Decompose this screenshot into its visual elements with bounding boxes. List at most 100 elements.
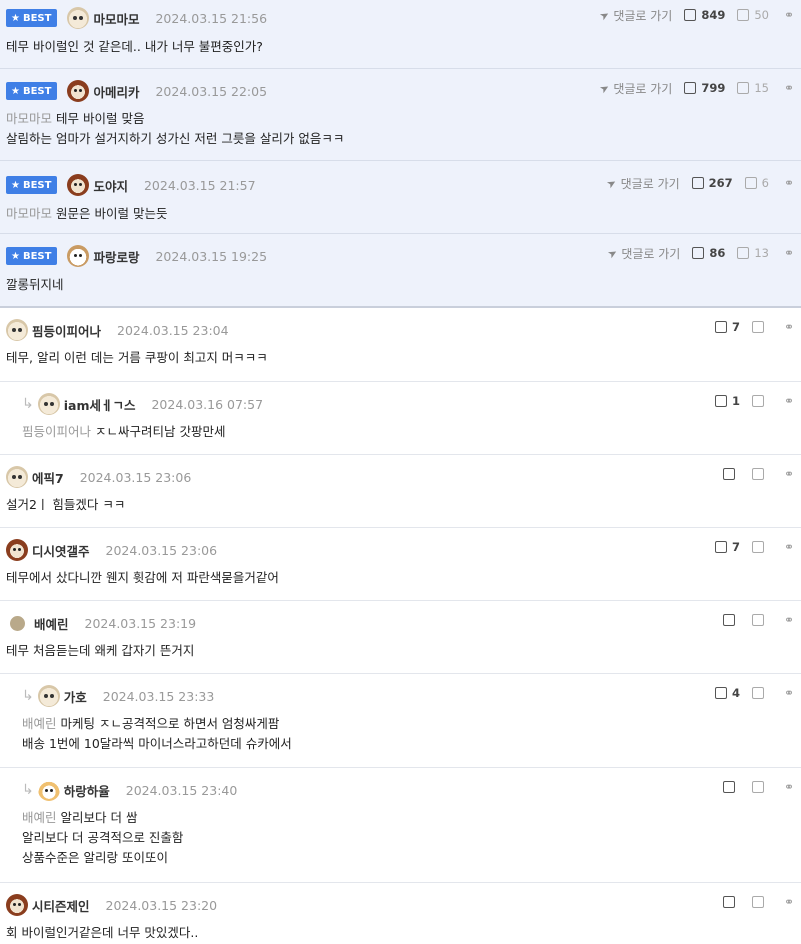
downvote-button[interactable] bbox=[752, 896, 769, 908]
upvote-button[interactable] bbox=[723, 468, 740, 480]
comment-date: 2024.03.15 21:57 bbox=[143, 177, 256, 193]
thumbs-up-icon bbox=[691, 177, 704, 189]
downvote-button[interactable] bbox=[752, 321, 769, 333]
comment-body: 마모마모 테무 바이럴 맞음 살림하는 엄마가 설거지하기 성가신 저런 그릇을 … bbox=[6, 111, 345, 146]
comment: 시티즌제인 2024.03.15 23:20 ⚭ 회 바이럴인거같은데 너무 맛… bbox=[0, 883, 801, 944]
upvote-button[interactable] bbox=[723, 781, 740, 793]
comment: 배예린 2024.03.15 23:19 ⚭ 테무 처음듣는데 왜케 갑자기 뜬… bbox=[0, 601, 801, 674]
thumbs-up-icon bbox=[692, 247, 705, 259]
avatar[interactable] bbox=[67, 245, 90, 267]
link-icon[interactable]: ⚭ bbox=[783, 541, 795, 553]
comment-body: 배예린 알리보다 더 쌈 알리보다 더 공격적으로 진출함 상품수준은 알리랑 또… bbox=[22, 810, 184, 865]
reply-comment: ↳ 하랑하율 2024.03.15 23:40 ⚭ 배예린 알리보다 더 쌈 알리… bbox=[0, 768, 801, 883]
link-icon[interactable]: ⚭ bbox=[783, 177, 795, 189]
link-icon[interactable]: ⚭ bbox=[783, 781, 795, 793]
link-icon[interactable]: ⚭ bbox=[783, 395, 795, 407]
avatar[interactable] bbox=[6, 319, 28, 341]
avatar[interactable] bbox=[6, 466, 28, 488]
link-icon[interactable]: ⚭ bbox=[783, 321, 795, 333]
navigate-arrow-icon: ➤ bbox=[605, 245, 620, 261]
best-badge: ★ BEST bbox=[6, 176, 58, 194]
best-comment: ★ BEST 마모마모 2024.03.15 21:56 ➤ 댓글로 가기 849 … bbox=[0, 0, 801, 69]
comment-date: 2024.03.15 23:06 bbox=[79, 469, 192, 485]
avatar[interactable] bbox=[10, 615, 25, 631]
downvote-button[interactable]: 15 bbox=[737, 81, 769, 95]
mention[interactable]: 마모마모 bbox=[6, 111, 52, 126]
avatar[interactable] bbox=[6, 539, 28, 561]
avatar[interactable] bbox=[67, 174, 90, 196]
link-icon[interactable]: ⚭ bbox=[783, 896, 795, 908]
comment-nickname[interactable]: 도야지 bbox=[93, 176, 128, 195]
link-icon[interactable]: ⚭ bbox=[783, 687, 795, 699]
avatar[interactable] bbox=[67, 7, 90, 29]
downvote-button[interactable] bbox=[752, 614, 769, 626]
upvote-button[interactable]: 1 bbox=[714, 394, 740, 408]
thumbs-up-icon bbox=[714, 541, 727, 553]
link-icon[interactable]: ⚭ bbox=[783, 247, 795, 259]
goto-comment-link[interactable]: ➤ 댓글로 가기 bbox=[597, 7, 672, 24]
thumbs-up-icon bbox=[684, 9, 697, 21]
comment-date: 2024.03.16 07:57 bbox=[151, 396, 264, 412]
mention[interactable]: 배예린 bbox=[22, 810, 57, 825]
comment-body: 테무 바이럴인 것 같은데.. 내가 너무 불편중인가? bbox=[6, 39, 263, 54]
comment-body: 테무, 알리 이런 데는 거름 쿠팡이 최고지 머ㅋㅋㅋ bbox=[6, 350, 268, 365]
downvote-button[interactable] bbox=[752, 687, 769, 699]
comment-body: 마모마모 원문은 바이럴 맞는듯 bbox=[6, 206, 168, 221]
link-icon[interactable]: ⚭ bbox=[783, 9, 795, 21]
downvote-button[interactable] bbox=[752, 468, 769, 480]
thumbs-down-icon bbox=[737, 247, 750, 259]
avatar[interactable] bbox=[67, 80, 90, 102]
upvote-button[interactable] bbox=[723, 614, 740, 626]
upvote-button[interactable]: 86 bbox=[692, 246, 725, 260]
avatar[interactable] bbox=[6, 894, 28, 916]
downvote-button[interactable]: 50 bbox=[737, 8, 769, 22]
upvote-button[interactable]: 7 bbox=[714, 540, 740, 554]
comment-nickname[interactable]: 가호 bbox=[64, 687, 87, 706]
comment-body: 회 바이럴인거같은데 너무 맛있겠다.. bbox=[6, 925, 199, 940]
thumbs-down-icon bbox=[744, 177, 757, 189]
comment-date: 2024.03.15 23:20 bbox=[105, 897, 218, 913]
upvote-button[interactable]: 849 bbox=[684, 8, 725, 22]
avatar[interactable] bbox=[37, 779, 60, 801]
downvote-button[interactable] bbox=[752, 781, 769, 793]
mention[interactable]: 마모마모 bbox=[6, 206, 52, 221]
comment-date: 2024.03.15 22:05 bbox=[155, 83, 268, 99]
link-icon[interactable]: ⚭ bbox=[783, 82, 795, 94]
comment-nickname[interactable]: 디시엿갤주 bbox=[32, 541, 90, 560]
downvote-button[interactable]: 6 bbox=[744, 176, 769, 190]
navigate-arrow-icon: ➤ bbox=[597, 7, 612, 23]
upvote-button[interactable]: 4 bbox=[714, 686, 740, 700]
comment-date: 2024.03.15 23:40 bbox=[125, 782, 238, 798]
reply-comment: ↳ 가호 2024.03.15 23:33 4 ⚭ 배예린 마케팅 ㅈㄴ공격적으로… bbox=[0, 674, 801, 768]
mention[interactable]: 핌등이피어나 bbox=[22, 424, 91, 439]
comment-nickname[interactable]: 핌등이피어나 bbox=[32, 321, 101, 340]
comment-body: 설거2ㅣ 힘들겠다 ㅋㅋ bbox=[6, 497, 126, 512]
avatar[interactable] bbox=[37, 685, 60, 707]
comment-nickname[interactable]: iam세ㅔㄱ스 bbox=[64, 395, 136, 414]
comment-nickname[interactable]: 파랑로랑 bbox=[93, 247, 139, 266]
upvote-button[interactable]: 7 bbox=[714, 320, 740, 334]
downvote-button[interactable] bbox=[752, 541, 769, 553]
comment-nickname[interactable]: 마모마모 bbox=[93, 9, 139, 28]
comment-nickname[interactable]: 시티즌제인 bbox=[32, 896, 90, 915]
link-icon[interactable]: ⚭ bbox=[783, 614, 795, 626]
goto-comment-link[interactable]: ➤ 댓글로 가기 bbox=[597, 80, 672, 97]
upvote-button[interactable]: 267 bbox=[691, 176, 733, 190]
comment-date: 2024.03.15 23:19 bbox=[84, 615, 197, 631]
thumbs-up-icon bbox=[714, 395, 727, 407]
upvote-button[interactable] bbox=[723, 896, 740, 908]
comment-nickname[interactable]: 배예린 bbox=[34, 614, 69, 633]
goto-comment-link[interactable]: ➤ 댓글로 가기 bbox=[605, 175, 680, 192]
comment-nickname[interactable]: 에픽7 bbox=[32, 468, 64, 487]
comment-nickname[interactable]: 아메리카 bbox=[93, 82, 139, 101]
link-icon[interactable]: ⚭ bbox=[783, 468, 795, 480]
avatar[interactable] bbox=[37, 393, 60, 415]
mention[interactable]: 배예린 bbox=[22, 716, 57, 731]
downvote-button[interactable]: 13 bbox=[737, 246, 769, 260]
upvote-button[interactable]: 799 bbox=[684, 81, 725, 95]
downvote-button[interactable] bbox=[752, 395, 769, 407]
comment-nickname[interactable]: 하랑하율 bbox=[64, 781, 110, 800]
best-comment: ★ BEST 아메리카 2024.03.15 22:05 ➤ 댓글로 가기 799 … bbox=[0, 69, 801, 161]
goto-comment-link[interactable]: ➤ 댓글로 가기 bbox=[605, 245, 680, 262]
star-icon: ★ bbox=[11, 85, 20, 97]
